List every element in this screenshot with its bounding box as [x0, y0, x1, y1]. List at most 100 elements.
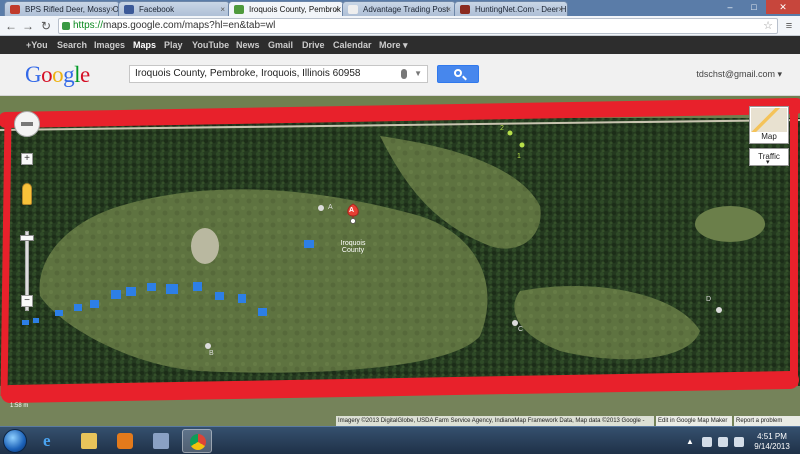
- volume-icon[interactable]: [734, 437, 744, 447]
- tab-bps-rifled-deer[interactable]: BPS Rifled Deer, Mossy Oa ×: [4, 1, 120, 16]
- search-button[interactable]: [437, 65, 479, 83]
- gbar-link-gmail[interactable]: Gmail: [268, 36, 293, 54]
- gbar-link-youtube[interactable]: YouTube: [192, 36, 229, 54]
- place-point-b[interactable]: [205, 343, 211, 349]
- traffic-dropdown[interactable]: Traffic: [749, 148, 789, 167]
- gbar-link-more[interactable]: More ▾: [379, 36, 408, 54]
- map-footer: Imagery ©2013 DigitalGlobe, USDA Farm Se…: [0, 416, 800, 426]
- start-button[interactable]: [3, 429, 27, 453]
- logo-letter: o: [52, 62, 64, 87]
- secure-lock-icon: [62, 22, 70, 30]
- taskbar-chrome[interactable]: [182, 429, 212, 453]
- waypoint-1[interactable]: [519, 142, 525, 148]
- bookmark-star-icon[interactable]: ☆: [763, 19, 773, 33]
- network-icon[interactable]: [718, 437, 728, 447]
- satellite-imagery: [0, 96, 800, 426]
- google-logo[interactable]: Google: [25, 62, 90, 88]
- gbar-link-images[interactable]: Images: [94, 36, 125, 54]
- map-zoom-controls: + −: [14, 111, 40, 401]
- taskbar-file-explorer[interactable]: [74, 429, 104, 453]
- forward-arrow-icon[interactable]: →: [20, 18, 36, 34]
- zoom-out-button[interactable]: −: [21, 295, 33, 307]
- close-window-icon[interactable]: ✕: [766, 0, 800, 14]
- place-label-a: A: [328, 204, 333, 211]
- folder-icon: [81, 433, 97, 449]
- map-type-label: Map: [761, 132, 777, 141]
- browser-tab-strip: BPS Rifled Deer, Mossy Oa × Facebook × I…: [0, 0, 800, 16]
- zoom-slider-handle[interactable]: [20, 235, 34, 241]
- close-tab-icon[interactable]: ×: [220, 2, 225, 16]
- waypoint-2[interactable]: [507, 130, 513, 136]
- tab-title: Iroquois County, Pembrok: [249, 5, 341, 14]
- taskbar-app[interactable]: [146, 429, 176, 453]
- browser-toolbar: ← → ↻ https://maps.google.com/maps?hl=en…: [0, 16, 800, 36]
- close-tab-icon[interactable]: ×: [334, 2, 339, 16]
- zoom-in-button[interactable]: +: [21, 153, 33, 165]
- place-label-c: C: [518, 326, 524, 333]
- clock-time: 4:51 PM: [757, 432, 787, 441]
- gbar-link-maps[interactable]: Maps: [133, 36, 156, 54]
- gbar-link-drive[interactable]: Drive: [302, 36, 325, 54]
- chevron-down-icon[interactable]: ▼: [414, 66, 422, 82]
- google-maps-favicon-icon: [234, 5, 244, 14]
- tab-title: HuntingNet.Com - Deer H: [475, 5, 567, 14]
- account-menu[interactable]: tdschst@gmail.com ▾: [696, 69, 782, 80]
- map-type-button[interactable]: Map: [749, 106, 789, 144]
- bps-favicon-icon: [10, 5, 20, 14]
- battery-icon[interactable]: [702, 437, 712, 447]
- tab-huntingnet[interactable]: HuntingNet.Com - Deer H ×: [454, 1, 568, 16]
- maximize-icon[interactable]: □: [742, 0, 766, 14]
- place-point-d[interactable]: [716, 307, 722, 313]
- waypoint-label-2: 2: [500, 125, 504, 132]
- huntingnet-favicon-icon: [460, 5, 470, 14]
- show-hidden-icons-icon[interactable]: ▲: [686, 437, 696, 447]
- boundary-line: [0, 117, 12, 397]
- tab-title: Facebook: [139, 5, 175, 14]
- chrome-icon: [190, 434, 206, 450]
- system-tray: ▲ 4:51 PM 9/14/2013: [686, 430, 794, 454]
- gbar-link-you[interactable]: +You: [26, 36, 48, 54]
- gbar-link-play[interactable]: Play: [164, 36, 183, 54]
- close-tab-icon[interactable]: ×: [446, 2, 451, 16]
- gbar-link-calendar[interactable]: Calendar: [333, 36, 372, 54]
- tab-advantage-trading-post[interactable]: Advantage Trading Post ×: [342, 1, 456, 16]
- place-label-b: B: [209, 350, 214, 357]
- facebook-favicon-icon: [124, 5, 134, 14]
- address-bar[interactable]: https://maps.google.com/maps?hl=en&tab=w…: [58, 18, 778, 34]
- report-problem-link[interactable]: Report a problem: [734, 416, 800, 426]
- logo-letter: G: [25, 62, 42, 87]
- close-tab-icon[interactable]: ×: [558, 2, 563, 16]
- imagery-attribution: Imagery ©2013 DigitalGlobe, USDA Farm Se…: [336, 416, 654, 426]
- windows-taskbar: e ▲ 4:51 PM 9/14/2013: [0, 426, 800, 454]
- satellite-map[interactable]: A B C D 2 1 A Iroquois County + − Map Tr…: [0, 96, 800, 426]
- taskbar-media-player[interactable]: [110, 429, 140, 453]
- close-tab-icon[interactable]: ×: [110, 2, 115, 16]
- pan-control[interactable]: [14, 111, 40, 137]
- chrome-menu-icon[interactable]: ≡: [782, 18, 796, 34]
- logo-letter: e: [80, 62, 90, 87]
- map-thumbnail: [751, 108, 787, 132]
- clock-date: 9/14/2013: [754, 442, 790, 451]
- gbar-link-news[interactable]: News: [236, 36, 260, 54]
- microphone-icon[interactable]: [401, 69, 407, 79]
- url-scheme: https://: [73, 20, 104, 31]
- pegman-icon[interactable]: [22, 183, 32, 205]
- maps-search-input[interactable]: Iroquois County, Pembroke, Iroquois, Ill…: [129, 65, 428, 83]
- taskbar-internet-explorer[interactable]: e: [36, 429, 66, 453]
- search-icon: [454, 69, 462, 77]
- tab-title: BPS Rifled Deer, Mossy Oa: [25, 5, 120, 14]
- back-arrow-icon[interactable]: ←: [3, 18, 19, 34]
- clearing: [695, 206, 765, 242]
- app-icon: [153, 433, 169, 449]
- edit-map-maker-link[interactable]: Edit in Google Map Maker: [656, 416, 732, 426]
- reload-icon[interactable]: ↻: [38, 18, 54, 34]
- gbar-link-search[interactable]: Search: [57, 36, 87, 54]
- minimize-icon[interactable]: –: [718, 0, 742, 14]
- taskbar-clock[interactable]: 4:51 PM 9/14/2013: [750, 432, 794, 452]
- place-point-a[interactable]: [318, 205, 324, 211]
- tab-iroquois-county[interactable]: Iroquois County, Pembrok ×: [228, 1, 344, 16]
- tab-facebook[interactable]: Facebook ×: [118, 1, 230, 16]
- search-query: Iroquois County, Pembroke, Iroquois, Ill…: [135, 68, 361, 79]
- waypoint-label-1: 1: [517, 153, 521, 160]
- google-nav-bar: +You Search Images Maps Play YouTube New…: [0, 36, 800, 54]
